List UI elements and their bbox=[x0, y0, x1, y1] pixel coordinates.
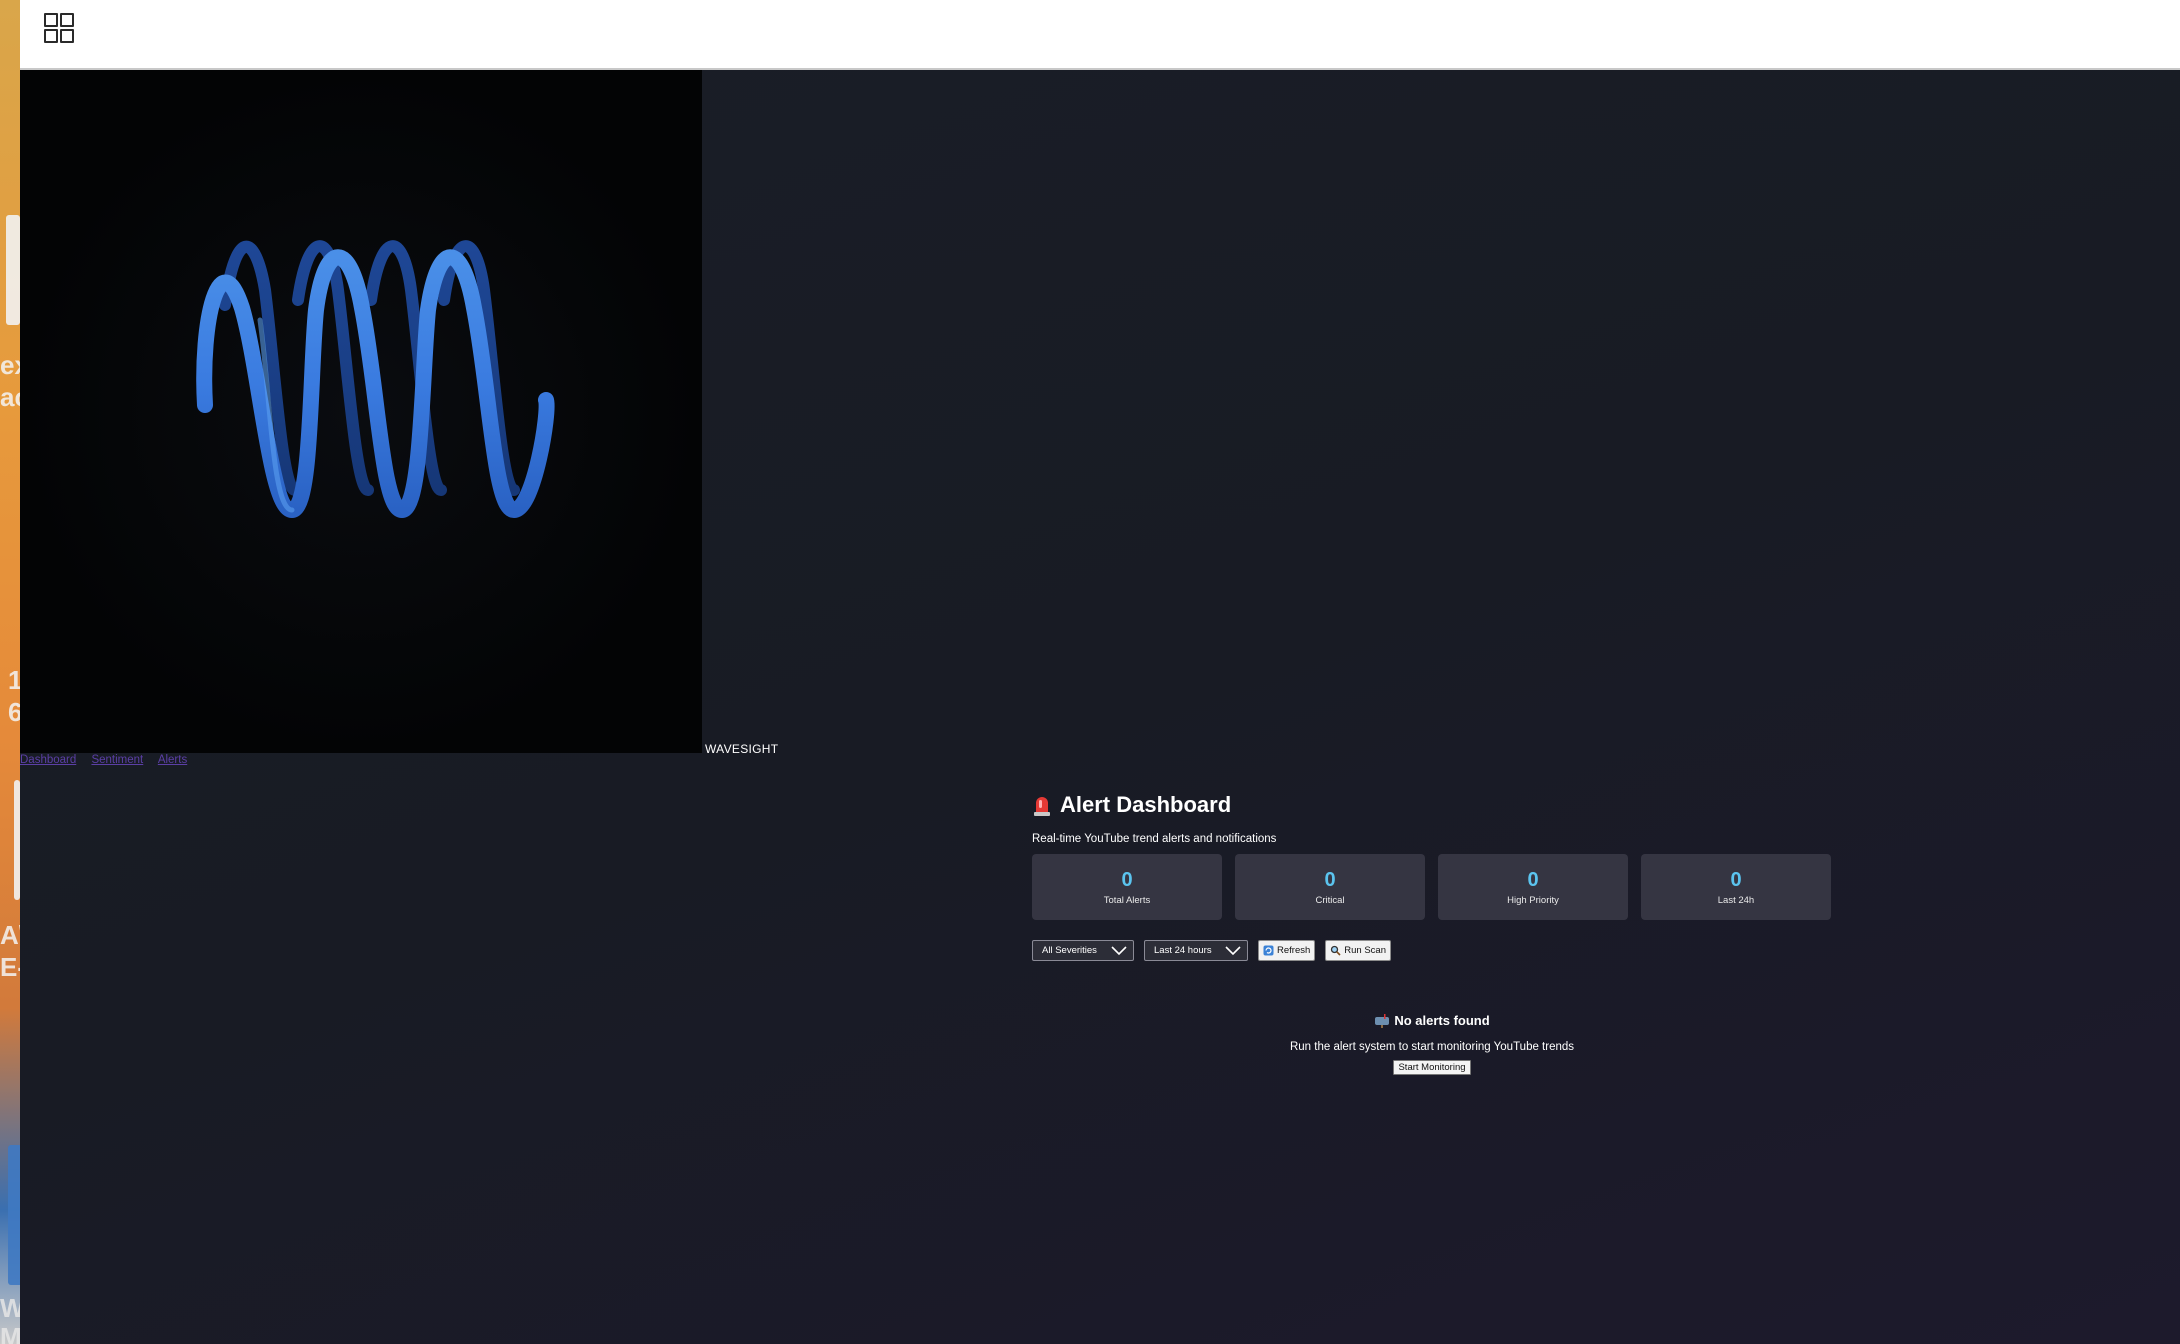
page-title-text: Alert Dashboard bbox=[1060, 792, 1232, 817]
timeframe-select[interactable]: Last 24 hours bbox=[1144, 940, 1248, 961]
empty-state-title: No alerts found bbox=[1032, 1013, 1832, 1028]
stat-label: Last 24h bbox=[1717, 894, 1755, 906]
stat-value: 0 bbox=[1527, 868, 1539, 891]
start-monitoring-button[interactable]: Start Monitoring bbox=[1393, 1060, 1471, 1075]
nav-link-alerts[interactable]: Alerts bbox=[158, 754, 187, 766]
nav-links: Dashboard Sentiment Alerts bbox=[20, 754, 199, 766]
grid-icon[interactable] bbox=[44, 13, 76, 45]
desktop-text-fragment: 1 bbox=[8, 665, 20, 695]
alert-dashboard: Alert Dashboard Real-time YouTube trend … bbox=[1032, 792, 1832, 1075]
refresh-icon bbox=[1263, 945, 1274, 956]
desktop-window-edge bbox=[8, 1145, 20, 1285]
hero-graphic bbox=[20, 70, 702, 753]
page-title: Alert Dashboard bbox=[1032, 792, 1832, 818]
stat-value: 0 bbox=[1730, 868, 1742, 891]
desktop-text-fragment: M bbox=[0, 1322, 20, 1344]
magnifier-icon bbox=[1331, 945, 1341, 956]
timeframe-select-value: Last 24 hours bbox=[1154, 945, 1212, 956]
desktop-text-fragment: 6 bbox=[8, 697, 20, 727]
stat-card-total: 0 Total Alerts bbox=[1032, 854, 1222, 920]
siren-icon bbox=[1034, 797, 1050, 816]
stat-label: High Priority bbox=[1507, 894, 1559, 906]
desktop-text-fragment: W bbox=[0, 1293, 20, 1323]
severity-select-value: All Severities bbox=[1042, 945, 1097, 956]
nav-link-sentiment[interactable]: Sentiment bbox=[91, 754, 143, 766]
stat-label: Total Alerts bbox=[1103, 894, 1151, 906]
chevron-down-icon bbox=[1111, 945, 1127, 955]
filter-controls: All Severities Last 24 hours Refresh Run… bbox=[1032, 940, 1832, 961]
refresh-button[interactable]: Refresh bbox=[1258, 940, 1316, 961]
severity-select[interactable]: All Severities bbox=[1032, 940, 1134, 961]
desktop-background: ex ac 1 6 A\ E- W M bbox=[0, 0, 20, 1344]
desktop-window-edge bbox=[6, 215, 20, 325]
refresh-button-label: Refresh bbox=[1277, 945, 1311, 956]
page-subtitle: Real-time YouTube trend alerts and notif… bbox=[1032, 833, 1277, 845]
stat-card-high-priority: 0 High Priority bbox=[1438, 854, 1628, 920]
stat-value: 0 bbox=[1121, 868, 1133, 891]
app-window: WAVESIGHT Dashboard Sentiment Alerts Ale… bbox=[20, 0, 2180, 1344]
empty-state: No alerts found Run the alert system to … bbox=[1032, 1013, 1832, 1075]
desktop-text-fragment: ex bbox=[0, 350, 20, 380]
stats-row: 0 Total Alerts 0 Critical 0 High Priorit… bbox=[1032, 854, 1832, 920]
desktop-text-fragment: A\ bbox=[0, 920, 20, 950]
top-bar bbox=[20, 0, 2180, 70]
desktop-text-fragment: ac bbox=[0, 382, 20, 412]
run-scan-button[interactable]: Run Scan bbox=[1325, 940, 1391, 961]
stat-label: Critical bbox=[1315, 894, 1345, 906]
brand-name: WAVESIGHT bbox=[705, 742, 779, 756]
nav-link-dashboard[interactable]: Dashboard bbox=[20, 754, 76, 766]
stat-card-critical: 0 Critical bbox=[1235, 854, 1425, 920]
desktop-text-fragment: E- bbox=[0, 952, 20, 982]
mailbox-icon bbox=[1375, 1014, 1390, 1028]
empty-state-message: Run the alert system to start monitoring… bbox=[1289, 1041, 1575, 1053]
stat-value: 0 bbox=[1324, 868, 1336, 891]
helix-icon bbox=[196, 240, 555, 519]
empty-state-title-text: No alerts found bbox=[1394, 1013, 1490, 1028]
stat-card-last-24h: 0 Last 24h bbox=[1641, 854, 1831, 920]
run-scan-button-label: Run Scan bbox=[1344, 945, 1386, 956]
chevron-down-icon bbox=[1225, 945, 1241, 955]
